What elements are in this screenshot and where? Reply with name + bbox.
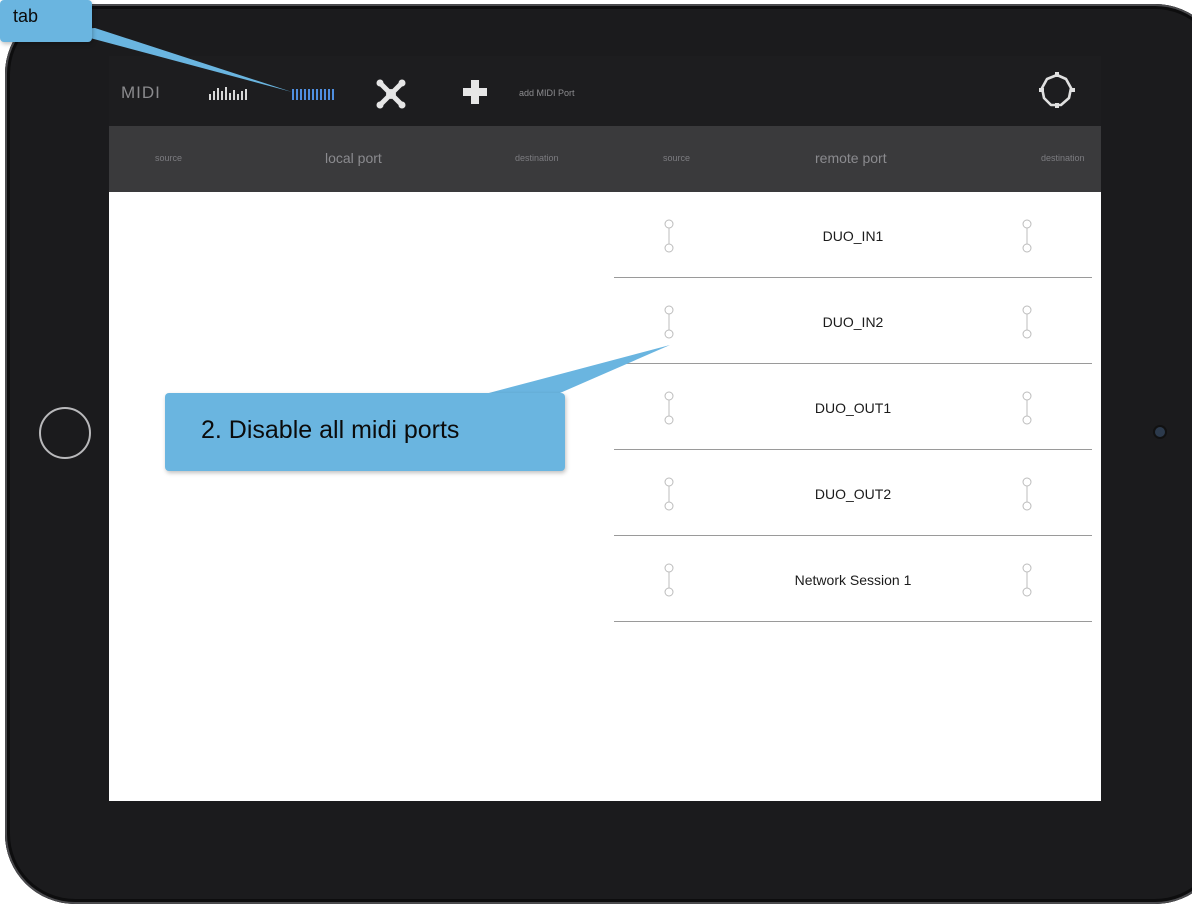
tab-callout-text: tab [13,6,39,26]
remote-source-header: source [663,153,691,163]
destination-toggle-icon[interactable] [1021,562,1033,598]
destination-toggle-icon[interactable] [1021,304,1033,340]
ports-tab-icon[interactable] [292,84,334,100]
local-port-header: local port [325,150,382,166]
destination-toggle-icon[interactable] [1021,476,1033,512]
home-button[interactable] [39,407,91,459]
disable-ports-callout: 2. Disable all midi ports [165,393,565,471]
list-item: DUO_OUT1 [614,364,1092,450]
local-source-header: source [155,153,183,163]
list-item: DUO_IN1 [614,192,1092,278]
tab-callout: tab [0,0,92,42]
top-toolbar: MIDI add MIDI Port [109,56,1101,126]
plus-icon[interactable] [461,78,489,106]
column-header: source local port destination source rem… [109,126,1101,192]
network-connect-icon[interactable] [375,78,407,110]
remote-port-list: DUO_IN1 DUO_IN2 DUO_OUT1 DUO_OUT2 Networ… [614,192,1092,622]
list-item: Network Session 1 [614,536,1092,622]
list-item: DUO_OUT2 [614,450,1092,536]
gear-icon[interactable] [1039,72,1075,108]
list-item: DUO_IN2 [614,278,1092,364]
meter-tab-icon[interactable] [209,84,247,100]
destination-toggle-icon[interactable] [1021,218,1033,254]
add-midi-port-label[interactable]: add MIDI Port [519,88,575,98]
local-destination-header: destination [515,153,559,163]
camera-icon [1155,427,1165,437]
destination-toggle-icon[interactable] [1021,390,1033,426]
app-title: MIDI [121,83,161,102]
remote-destination-header: destination [1041,153,1085,163]
disable-ports-callout-text: 2. Disable all midi ports [201,416,460,444]
remote-port-header: remote port [815,150,887,166]
